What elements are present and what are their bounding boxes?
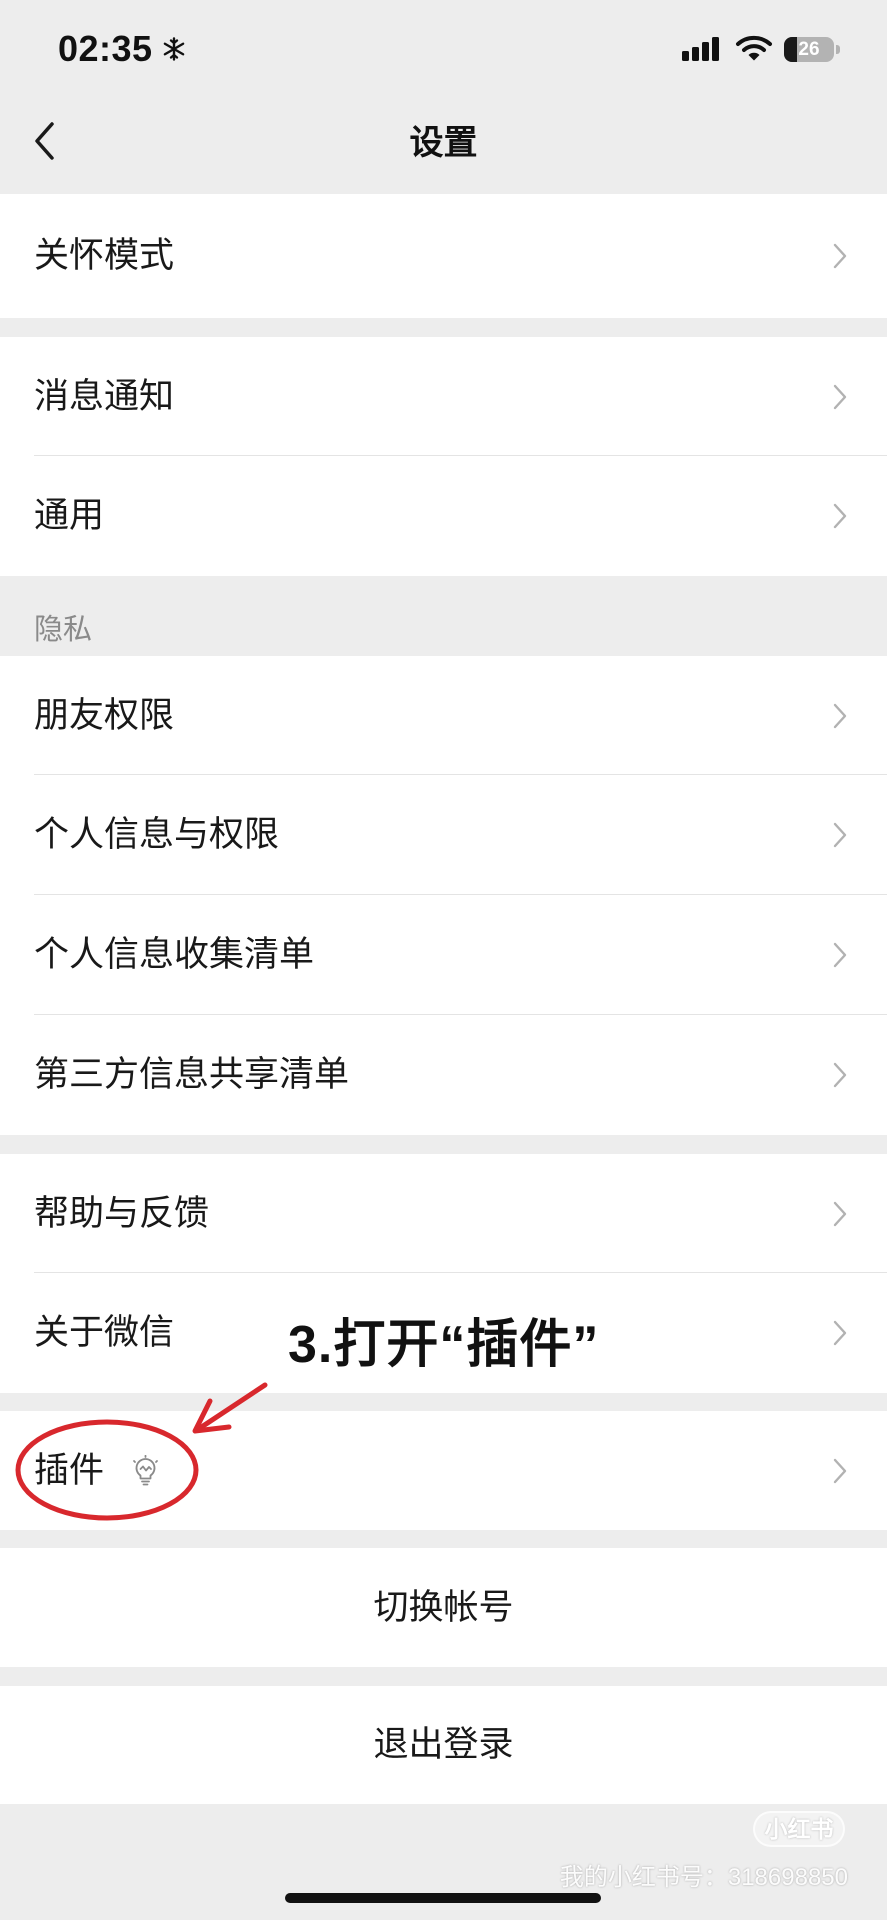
chevron-right-icon — [833, 1320, 847, 1346]
settings-item-help-feedback[interactable]: 帮助与反馈 — [0, 1154, 887, 1273]
settings-item-label: 帮助与反馈 — [34, 1193, 210, 1233]
chevron-right-icon — [833, 703, 847, 728]
settings-item-friend-permissions[interactable]: 朋友权限 — [0, 656, 887, 775]
chevron-right-icon — [833, 243, 847, 269]
chevron-right-icon — [833, 1062, 847, 1088]
settings-item-label: 第三方信息共享清单 — [34, 1055, 350, 1094]
lightbulb-icon — [133, 1454, 158, 1485]
settings-item-personal-info-permissions[interactable]: 个人信息与权限 — [0, 775, 887, 895]
battery-cap — [836, 45, 840, 54]
watermark-account-id: 我的小红书号：318698850 — [559, 1864, 848, 1891]
chevron-right-icon — [833, 384, 847, 409]
log-out-button[interactable]: 退出登录 — [0, 1686, 887, 1804]
log-out-label: 退出登录 — [373, 1725, 514, 1764]
wifi-icon — [736, 35, 772, 61]
annotation-instruction: 3.打开“插件” — [288, 1316, 600, 1374]
settings-item-notifications[interactable]: 消息通知 — [0, 337, 887, 456]
chevron-right-icon — [833, 942, 847, 968]
settings-item-label: 关怀模式 — [34, 236, 175, 275]
settings-item-label: 消息通知 — [34, 376, 175, 416]
settings-item-personal-info-collection[interactable]: 个人信息收集清单 — [0, 895, 887, 1015]
home-indicator[interactable] — [285, 1893, 601, 1903]
chevron-right-icon — [833, 1201, 847, 1226]
battery-percentage: 26 — [798, 39, 820, 60]
page-title: 设置 — [409, 124, 478, 162]
settings-item-care-mode[interactable]: 关怀模式 — [0, 194, 887, 318]
battery-icon: 26 — [784, 37, 834, 62]
settings-item-label: 插件 — [34, 1450, 105, 1490]
settings-item-label: 关于微信 — [34, 1313, 175, 1352]
section-header-privacy: 隐私 — [34, 614, 93, 646]
settings-item-label: 个人信息收集清单 — [34, 935, 315, 974]
switch-account-label: 切换帐号 — [373, 1587, 514, 1627]
snowflake-icon — [163, 37, 185, 61]
settings-item-general[interactable]: 通用 — [0, 456, 887, 576]
chevron-right-icon — [833, 1458, 847, 1483]
settings-item-third-party-sharing[interactable]: 第三方信息共享清单 — [0, 1015, 887, 1135]
status-time: 02:35 — [58, 28, 153, 69]
settings-item-label: 个人信息与权限 — [34, 815, 280, 854]
watermark-logo: 小红书 — [753, 1811, 845, 1847]
settings-item-label: 朋友权限 — [34, 695, 175, 735]
switch-account-button[interactable]: 切换帐号 — [0, 1548, 887, 1667]
settings-item-label: 通用 — [34, 496, 105, 535]
chevron-right-icon — [833, 822, 847, 848]
cellular-signal-icon — [682, 37, 719, 61]
chevron-right-icon — [833, 503, 847, 529]
settings-item-plugins[interactable]: 插件 — [0, 1411, 887, 1530]
